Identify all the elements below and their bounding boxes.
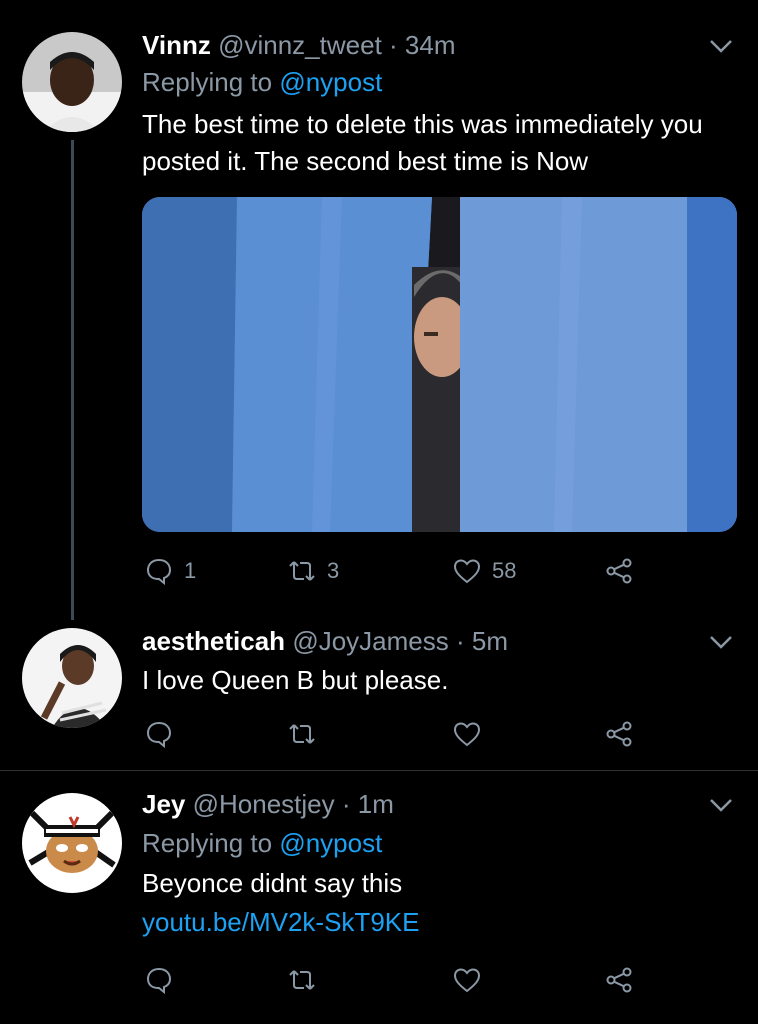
like-button[interactable] [452, 963, 482, 997]
handle[interactable]: @Honestjey [193, 789, 335, 819]
share-button[interactable] [604, 554, 634, 588]
tweet-aestheticah[interactable]: aestheticah @JoyJamess · 5m I love Queen… [0, 620, 758, 770]
replying-label: Replying to [142, 828, 273, 858]
avatar[interactable] [22, 32, 122, 132]
handle[interactable]: @vinnz_tweet [218, 30, 382, 60]
tweet-text: I love Queen B but please. [142, 665, 449, 695]
replying-mention[interactable]: @nypost [279, 67, 382, 97]
share-icon [606, 721, 632, 747]
tweet-actions: 1 3 58 [142, 554, 642, 588]
retweet-icon [289, 724, 315, 744]
retweet-count: 3 [327, 558, 340, 583]
avatar[interactable] [22, 628, 122, 728]
reply-icon [146, 967, 172, 995]
chevron-down-icon[interactable] [708, 795, 734, 815]
tweet-jey[interactable]: Jey @Honestjey · 1m Replying to @nypost … [0, 771, 758, 1024]
replying-to-line: Replying to @nypost [142, 66, 734, 98]
like-count: 58 [492, 558, 517, 583]
tweet-text: Beyonce didnt say this [142, 868, 403, 898]
retweet-icon [289, 970, 315, 990]
display-name[interactable]: Jey [142, 789, 185, 819]
share-button[interactable] [604, 963, 634, 997]
chevron-down-icon[interactable] [708, 632, 734, 652]
timestamp[interactable]: · 1m [342, 789, 394, 819]
reply-icon [146, 558, 172, 586]
like-button[interactable]: 58 [452, 554, 516, 588]
reply-count: 1 [184, 558, 197, 583]
reply-button[interactable] [144, 717, 174, 751]
timestamp[interactable]: · 5m [456, 626, 508, 656]
tweet-text: The best time to delete this was immedia… [142, 109, 703, 176]
like-icon [453, 722, 481, 747]
share-button[interactable] [604, 717, 634, 751]
tweet-media-image[interactable] [142, 197, 737, 532]
share-icon [606, 967, 632, 993]
timestamp[interactable]: · 34m [389, 30, 455, 60]
chevron-down-icon[interactable] [708, 36, 734, 56]
share-icon [606, 558, 632, 584]
replying-label: Replying to [142, 67, 273, 97]
tweet-link[interactable]: youtu.be/MV2k-SkT9KE [142, 904, 734, 941]
display-name[interactable]: Vinnz [142, 30, 211, 60]
tweet-actions [142, 963, 642, 997]
reply-icon [146, 721, 172, 749]
reply-button[interactable] [144, 963, 174, 997]
like-icon [453, 968, 481, 993]
avatar[interactable] [22, 793, 122, 893]
like-button[interactable] [452, 717, 482, 751]
like-icon [453, 559, 481, 584]
display-name[interactable]: aestheticah [142, 626, 285, 656]
retweet-button[interactable] [287, 717, 317, 751]
retweet-button[interactable]: 3 [287, 554, 339, 588]
handle[interactable]: @JoyJamess [292, 626, 448, 656]
retweet-icon [289, 561, 315, 581]
retweet-button[interactable] [287, 963, 317, 997]
reply-button[interactable]: 1 [144, 554, 196, 588]
replying-to-line: Replying to @nypost [142, 827, 734, 859]
replying-mention[interactable]: @nypost [279, 828, 382, 858]
tweet-actions [142, 717, 642, 751]
tweet-vinnz[interactable]: Vinnz @vinnz_tweet · 34m Replying to @ny… [0, 0, 758, 620]
